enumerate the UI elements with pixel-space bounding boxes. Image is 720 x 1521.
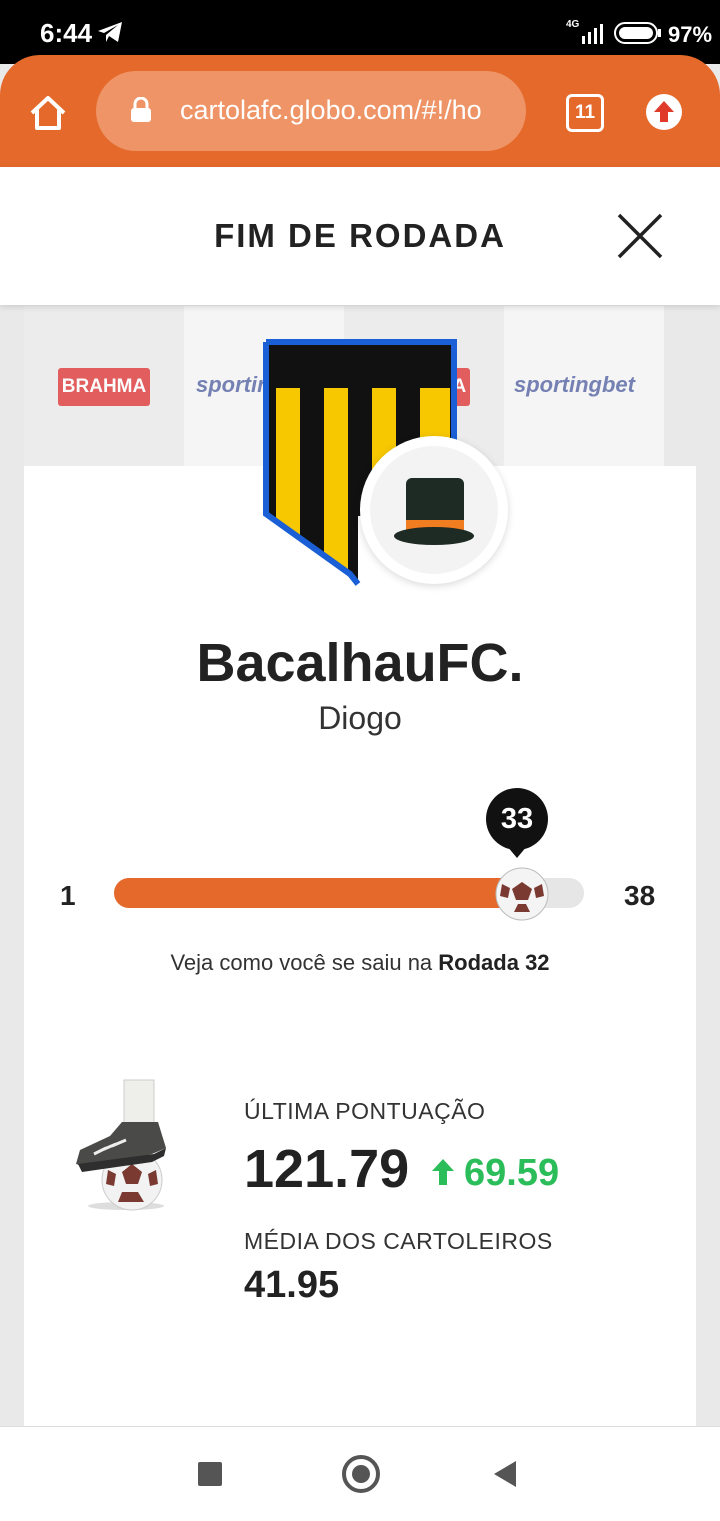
average-value: 41.95: [244, 1264, 340, 1306]
current-round-bubble: 33: [486, 788, 548, 850]
soccer-ball-icon: [494, 866, 550, 927]
battery-percent: 97%: [668, 22, 713, 47]
owner-name: Diogo: [318, 700, 402, 736]
arrow-up-icon: [430, 1154, 456, 1185]
close-icon[interactable]: [616, 212, 664, 265]
home-button[interactable]: [342, 1455, 380, 1493]
lock-icon: [130, 96, 152, 128]
sponsor-tile: BRAHMA: [24, 306, 184, 466]
progress-min: 1: [60, 880, 76, 911]
sponsor-logo: BRAHMA: [58, 368, 150, 406]
round-summary-card: [24, 466, 696, 1426]
last-score-label: ÚLTIMA PONTUAÇÃO: [244, 1098, 486, 1124]
modal-header: FIM DE RODADA: [0, 167, 720, 305]
average-label: MÉDIA DOS CARTOLEIROS: [244, 1228, 553, 1254]
network-type: 4G: [566, 19, 580, 30]
home-icon[interactable]: [28, 93, 68, 133]
round-note: Veja como você se saiu na Rodada 32: [0, 950, 720, 976]
modal-title: FIM DE RODADA: [214, 217, 506, 254]
score-delta-value: 69.59: [464, 1152, 560, 1194]
round-progress-fill: [114, 878, 521, 908]
avatar: [360, 436, 508, 584]
boot-icon: [72, 1078, 172, 1217]
progress-max: 38: [624, 880, 656, 911]
back-button[interactable]: [494, 1461, 516, 1487]
last-score-value: 121.79: [244, 1139, 410, 1199]
score-delta: 69.59: [430, 1152, 559, 1195]
system-nav-bar: [0, 1426, 720, 1521]
url-text: cartolafc.globo.com/#!/ho: [180, 95, 482, 125]
update-icon[interactable]: [646, 94, 682, 130]
telegram-icon: [96, 20, 124, 49]
signal-icon: [580, 22, 606, 49]
tabs-button[interactable]: 11: [566, 94, 604, 132]
round-note-round: Rodada 32: [438, 950, 550, 975]
sponsor-tile: sportingbet: [504, 306, 664, 466]
round-note-prefix: Veja como você se saiu na: [170, 950, 439, 975]
recents-button[interactable]: [198, 1462, 222, 1486]
team-name: BacalhauFC.: [196, 633, 524, 693]
bubble-pointer: [507, 846, 527, 858]
url-field[interactable]: cartolafc.globo.com/#!/ho: [96, 71, 526, 151]
browser-toolbar: cartolafc.globo.com/#!/ho 11: [0, 55, 720, 167]
sponsor-logo: sportingbet: [514, 372, 635, 397]
status-time: 6:44: [40, 18, 93, 48]
battery-icon: [614, 22, 662, 49]
